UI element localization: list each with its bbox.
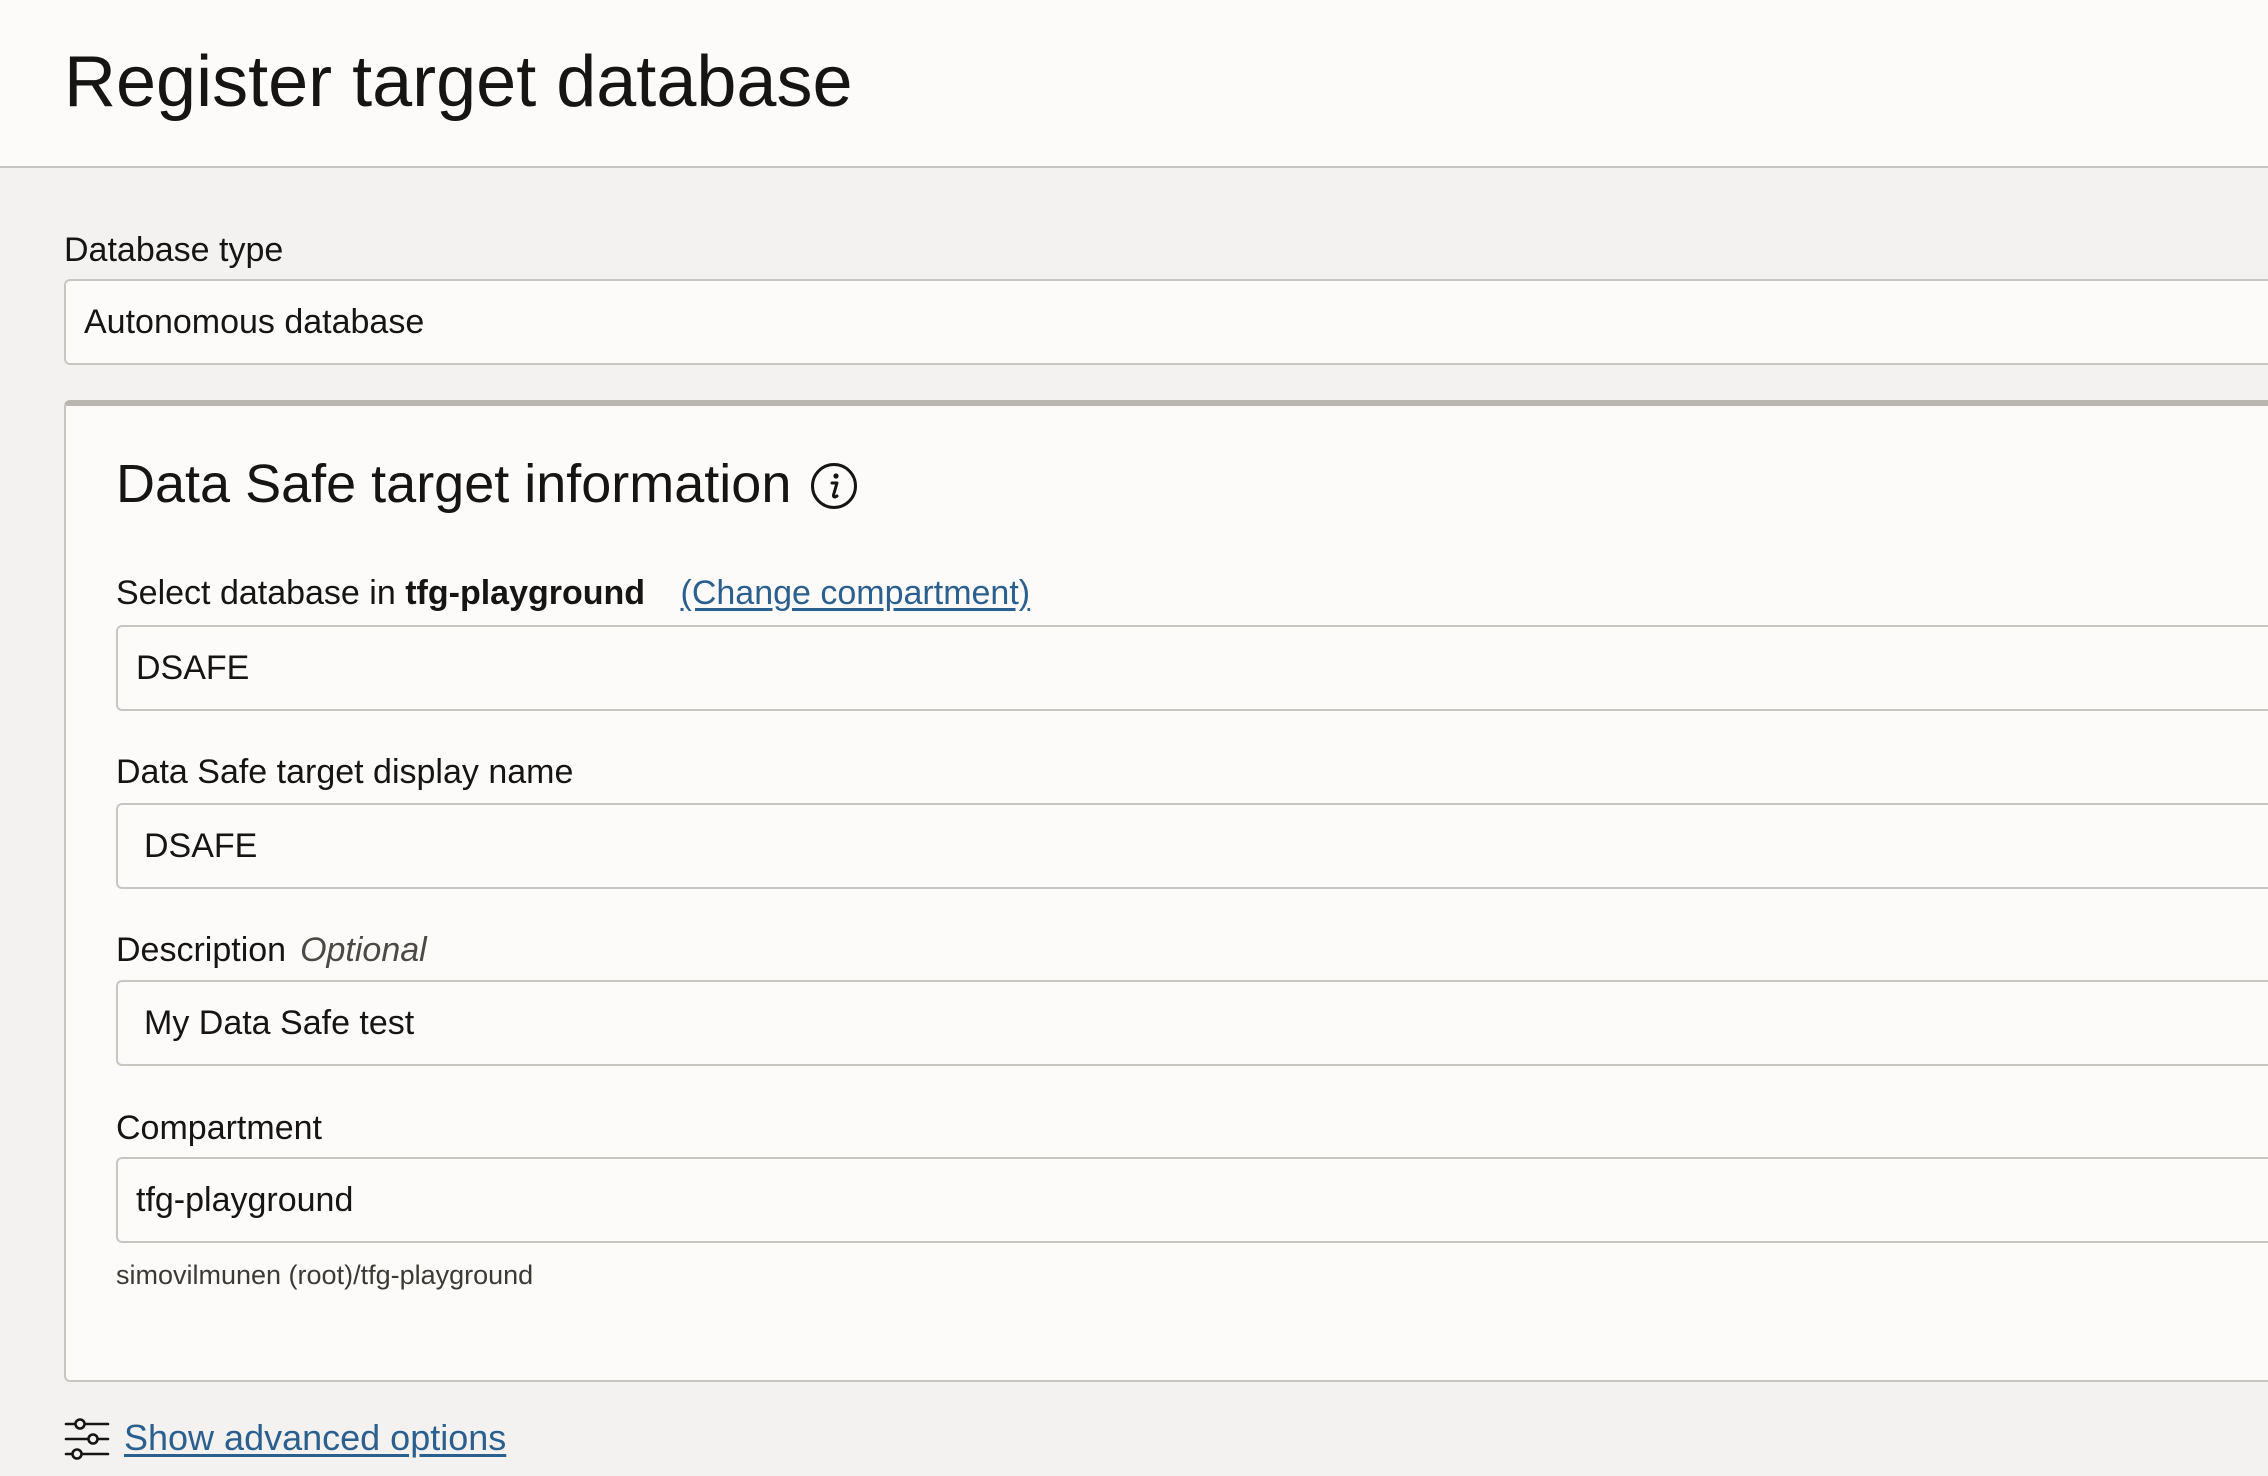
compartment-label: Compartment	[116, 1109, 322, 1147]
display-name-label: Data Safe target display name	[116, 753, 574, 791]
select-database-label-prefix: Select database in	[116, 574, 396, 612]
description-label: Description Optional	[116, 930, 427, 970]
description-optional-label: Optional	[300, 931, 427, 969]
panel-heading: Data Safe target information	[116, 454, 792, 514]
show-advanced-options-link[interactable]: Show advanced options	[124, 1416, 506, 1460]
compartment-select[interactable]: tfg-playground	[116, 1157, 2268, 1243]
change-compartment-link[interactable]: (Change compartment)	[681, 574, 1031, 612]
info-circle-icon[interactable]	[810, 462, 858, 510]
database-type-label: Database type	[64, 231, 284, 269]
database-type-select[interactable]: Autonomous database	[64, 279, 2268, 365]
compartment-value: tfg-playground	[136, 1181, 354, 1219]
description-label-text: Description	[116, 931, 287, 969]
page-header: Register target database	[0, 0, 2268, 168]
description-value: My Data Safe test	[144, 1004, 415, 1042]
page-title: Register target database	[64, 42, 853, 122]
compartment-path: simovilmunen (root)/tfg-playground	[116, 1260, 534, 1290]
sliders-icon	[64, 1418, 110, 1460]
select-database-select[interactable]: DSAFE	[116, 625, 2268, 711]
display-name-value: DSAFE	[144, 827, 258, 865]
description-input[interactable]: My Data Safe test	[116, 980, 2268, 1066]
select-database-value: DSAFE	[136, 649, 250, 687]
display-name-input[interactable]: DSAFE	[116, 803, 2268, 889]
select-database-label: Select database in tfg-playground (Chang…	[116, 573, 1030, 613]
database-type-value: Autonomous database	[84, 303, 425, 341]
select-database-compartment: tfg-playground	[405, 574, 646, 612]
